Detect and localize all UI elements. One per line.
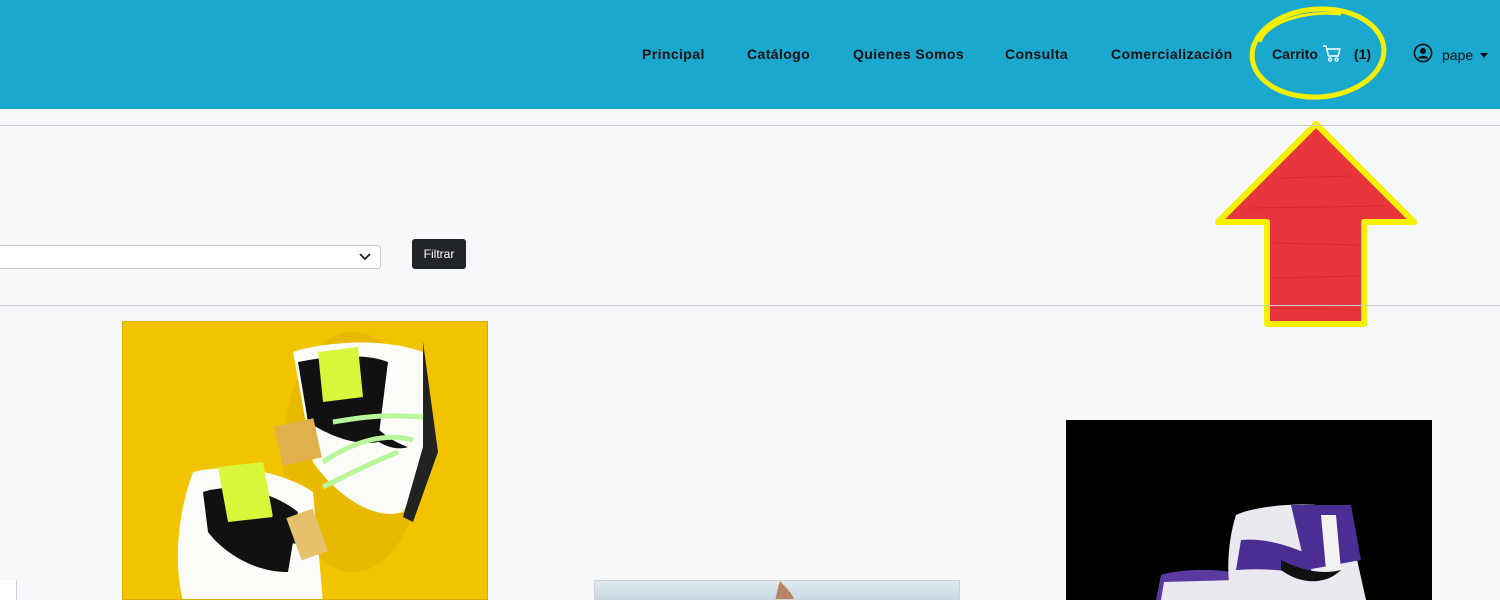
user-circle-icon: [1413, 43, 1433, 66]
product-image-purple-sneakers[interactable]: [1066, 420, 1432, 600]
user-name: pape: [1442, 46, 1474, 63]
nav-link-comercializacion[interactable]: Comercialización: [1111, 46, 1233, 62]
nav-link-principal[interactable]: Principal: [642, 46, 705, 62]
cart-icon: [1322, 44, 1342, 65]
chevron-down-icon: [359, 253, 371, 261]
nav-link-quienes-somos[interactable]: Quienes Somos: [853, 46, 964, 62]
filter-button[interactable]: Filtrar: [412, 239, 466, 269]
divider-top: [0, 125, 1500, 126]
product-card-partial[interactable]: [0, 580, 17, 600]
top-navbar: Principal Catálogo Quienes Somos Consult…: [0, 0, 1500, 109]
chevron-down-icon: [1480, 52, 1489, 58]
category-select[interactable]: [0, 245, 381, 269]
cart-count: (1): [1353, 46, 1372, 62]
nav-link-consulta[interactable]: Consulta: [1005, 46, 1068, 62]
annotation-arrow-up: [1215, 121, 1417, 327]
product-image-yellow-sneakers[interactable]: [122, 321, 488, 600]
cart-label: Carrito: [1272, 46, 1318, 62]
product-image-partial[interactable]: [594, 580, 960, 600]
divider-bottom: [0, 305, 1500, 306]
nav-link-catalogo[interactable]: Catálogo: [747, 46, 810, 62]
user-menu[interactable]: pape: [1413, 43, 1489, 66]
cart-link[interactable]: Carrito (1): [1272, 43, 1371, 65]
